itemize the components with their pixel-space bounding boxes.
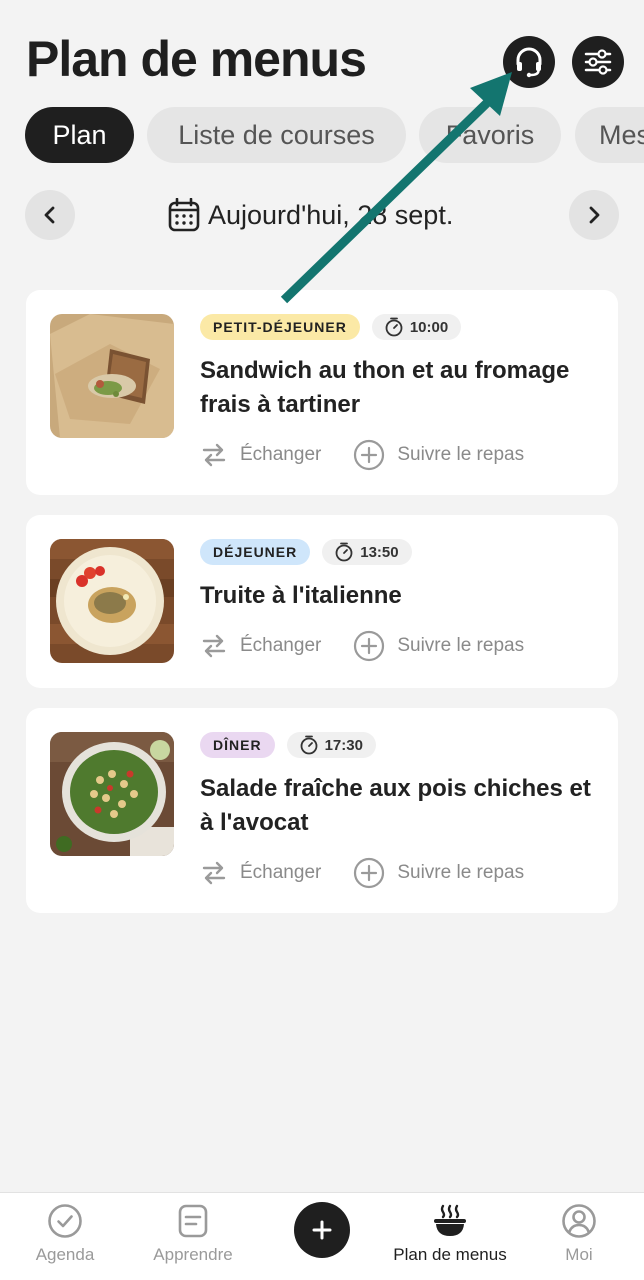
meal-photo-chickpea-salad (50, 732, 174, 856)
track-meal-button[interactable]: Suivre le repas (353, 439, 524, 471)
meal-card-breakfast[interactable]: PETIT-DÉJEUNER 10:00 Sandwich au thon et… (26, 290, 618, 495)
tab-mes[interactable]: Mes (575, 107, 644, 163)
plus-circle-icon (354, 439, 385, 471)
meal-title-line: Salade fraîche aux pois chiches et (200, 775, 591, 802)
meal-type-badge: DÉJEUNER (200, 539, 311, 565)
meal-time-badge: 10:00 (371, 314, 462, 340)
nav-label: Plan de menus (393, 1245, 507, 1264)
nav-meal-plan[interactable]: Plan de menus (385, 1203, 515, 1265)
tab-plan[interactable]: Plan (25, 107, 134, 163)
support-button[interactable] (503, 36, 555, 88)
track-meal-button[interactable]: Suivre le repas (353, 630, 524, 662)
meal-time-badge: 17:30 (286, 732, 376, 758)
meal-type-badge: PETIT-DÉJEUNER (200, 314, 360, 340)
meal-time-badge: 13:50 (322, 539, 412, 565)
swap-icon (202, 861, 226, 885)
track-meal-button[interactable]: Suivre le repas (353, 857, 524, 889)
meal-time: 13:50 (360, 543, 399, 561)
chevron-right-icon (589, 206, 600, 224)
meal-title-line: à l'avocat (200, 809, 309, 836)
bottom-navigation: Agenda Apprendre Plan de menus Moi (0, 1192, 644, 1280)
plus-circle-icon (354, 857, 385, 889)
date-label: Aujourd'hui, 28 sept. (208, 199, 454, 230)
swap-icon (202, 634, 226, 658)
meal-title[interactable]: Salade fraîche aux pois chiches et à l'a… (200, 772, 598, 840)
current-date[interactable]: Aujourd'hui, 28 sept. (168, 198, 453, 232)
add-button[interactable] (294, 1202, 350, 1258)
swap-button[interactable]: Échanger (200, 859, 321, 887)
meal-photo-trout (50, 539, 174, 663)
tab-bar: Plan Liste de courses Favoris Mes (0, 107, 644, 163)
header: Plan de menus (0, 0, 644, 100)
meal-title[interactable]: Truite à l'italienne (200, 579, 598, 613)
nav-label: Agenda (35, 1245, 95, 1264)
swap-label: Échanger (240, 444, 322, 465)
swap-button[interactable]: Échanger (200, 441, 321, 469)
note-icon (178, 1204, 208, 1238)
swap-label: Échanger (240, 862, 322, 883)
headset-icon (516, 47, 542, 78)
swap-label: Échanger (240, 635, 322, 656)
tab-shopping-list[interactable]: Liste de courses (147, 107, 406, 163)
swap-icon (202, 443, 226, 467)
meal-type-badge: DÎNER (200, 732, 275, 758)
next-day-button[interactable] (569, 190, 619, 240)
plus-circle-icon (354, 630, 385, 662)
meal-time: 10:00 (409, 318, 449, 336)
track-label: Suivre le repas (397, 444, 525, 465)
calendar-icon (168, 198, 200, 232)
date-navigation: Aujourd'hui, 28 sept. (0, 190, 644, 242)
profile-icon (562, 1204, 596, 1238)
check-circle-icon (48, 1204, 82, 1238)
chevron-left-icon (44, 206, 55, 224)
nav-learn[interactable]: Apprendre (128, 1203, 258, 1265)
track-label: Suivre le repas (397, 862, 525, 883)
filter-button[interactable] (572, 36, 624, 88)
nav-label: Moi (565, 1245, 593, 1264)
page-title: Plan de menus (26, 31, 367, 87)
timer-icon (335, 542, 353, 562)
swap-button[interactable]: Échanger (200, 632, 321, 660)
meal-title-line: Sandwich au thon et au fromage (200, 357, 570, 384)
meal-time: 17:30 (324, 736, 363, 754)
meal-title-line: Truite à l'italienne (200, 582, 402, 609)
nav-label: Apprendre (153, 1245, 233, 1264)
meal-title-line: frais à tartiner (200, 391, 361, 418)
nav-profile[interactable]: Moi (514, 1203, 644, 1265)
sliders-icon (584, 49, 612, 75)
meal-card-dinner[interactable]: DÎNER 17:30 Salade fraîche aux pois chic… (26, 708, 618, 913)
timer-icon (385, 317, 403, 337)
previous-day-button[interactable] (25, 190, 75, 240)
plus-icon (312, 1220, 332, 1240)
meal-card-lunch[interactable]: DÉJEUNER 13:50 Truite à l'italienne Écha… (26, 515, 618, 688)
timer-icon (300, 735, 317, 755)
meal-title[interactable]: Sandwich au thon et au fromage frais à t… (200, 354, 598, 422)
track-label: Suivre le repas (397, 635, 525, 656)
meal-photo-sandwich (50, 314, 174, 438)
steaming-bowl-icon (434, 1204, 466, 1236)
tab-favorites[interactable]: Favoris (419, 107, 561, 163)
nav-agenda[interactable]: Agenda (0, 1203, 130, 1265)
